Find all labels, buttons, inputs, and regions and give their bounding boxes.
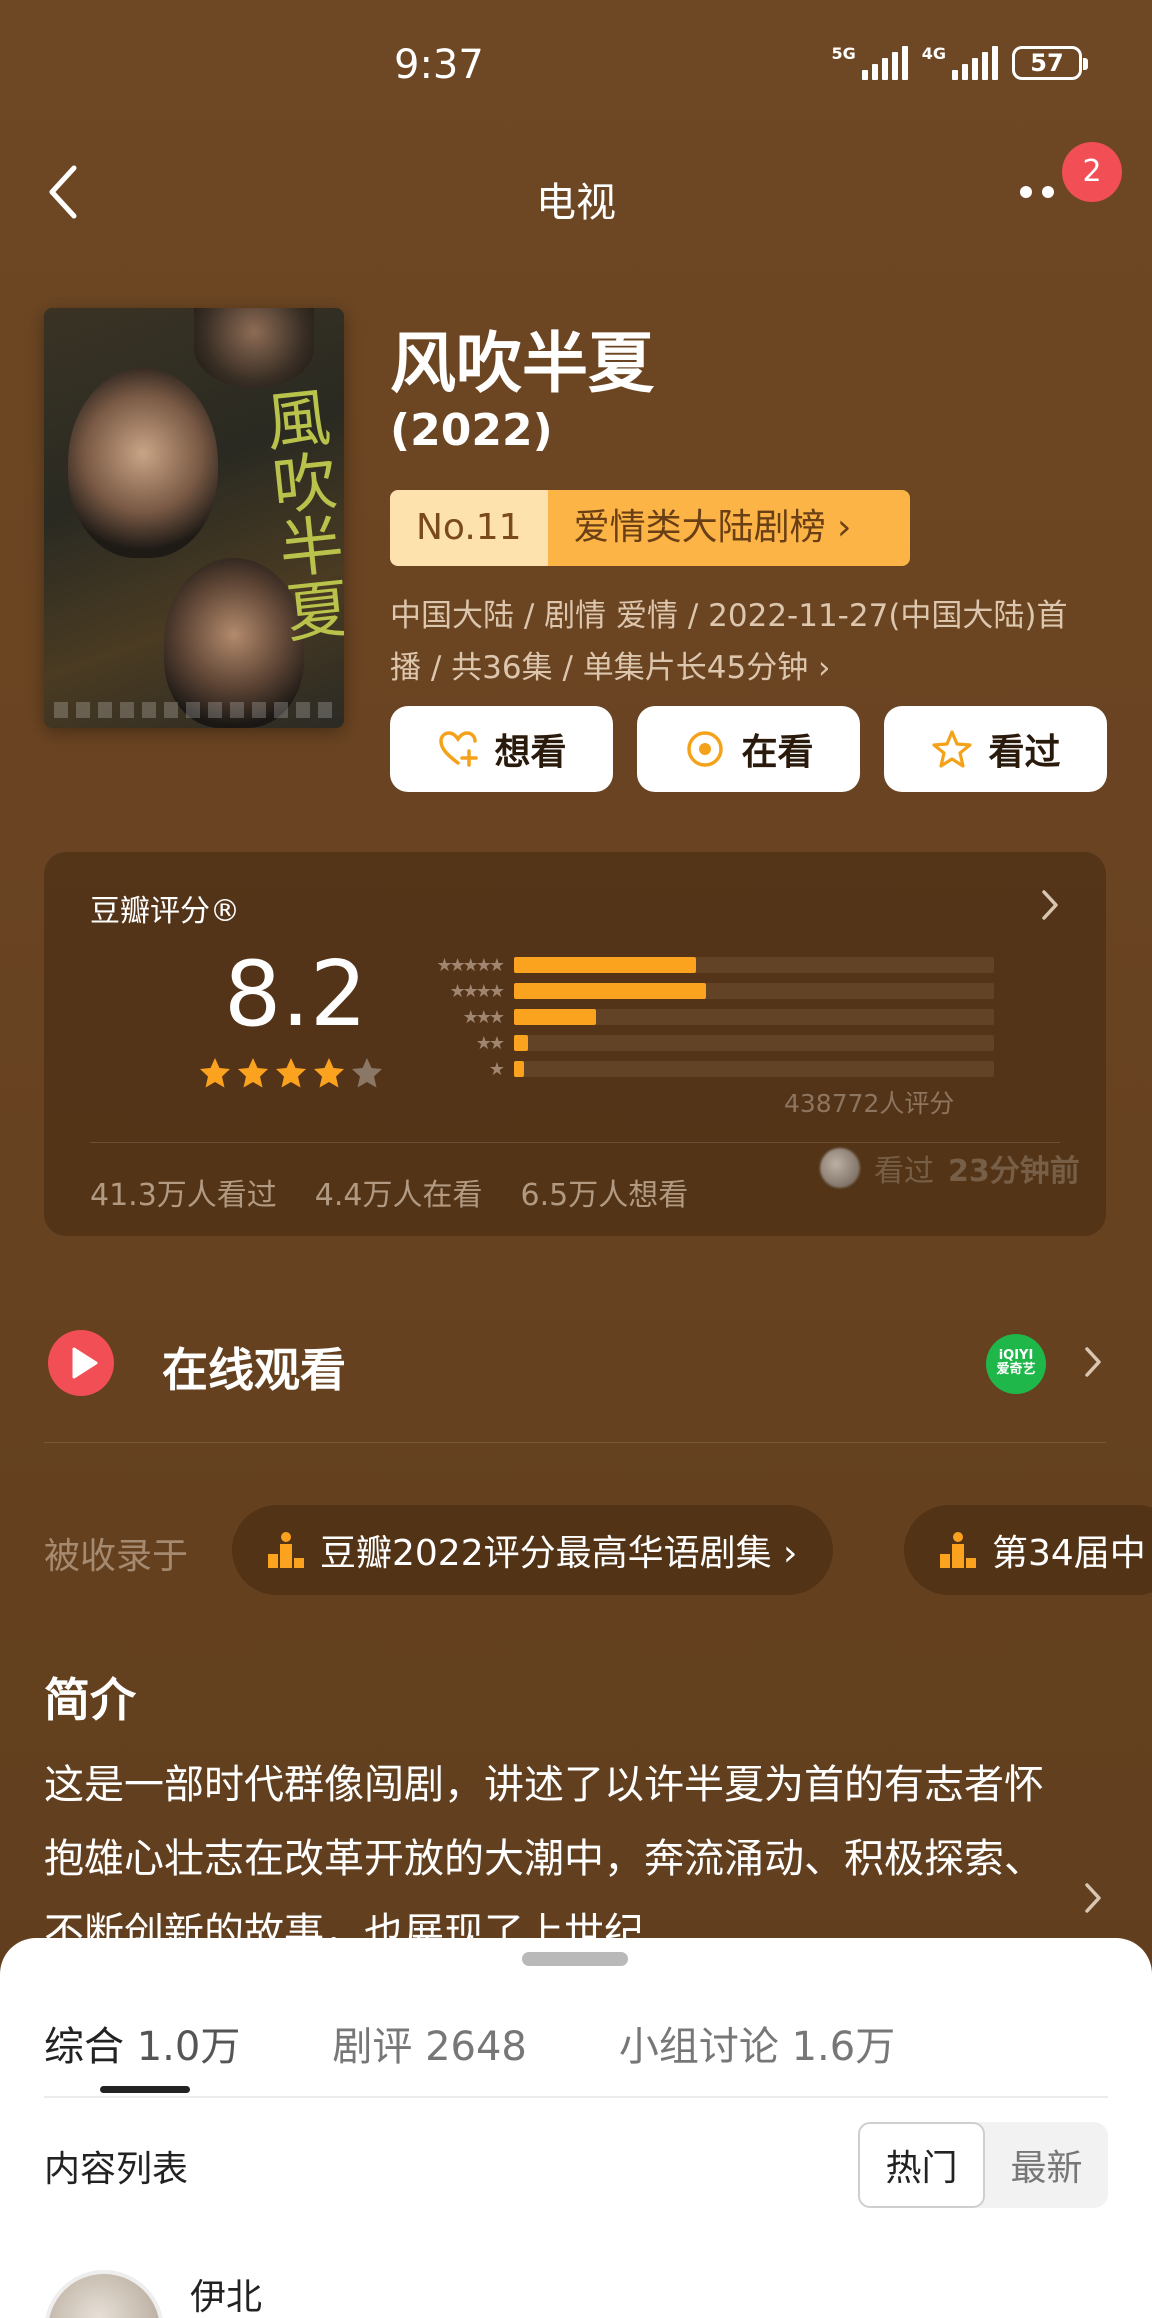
- watch-stats: 41.3万人看过 4.4万人在看 6.5万人想看: [90, 1170, 688, 1214]
- rating-bar-row: ★: [414, 1056, 994, 1082]
- rating-bar-track: [514, 1035, 994, 1051]
- rating-bar-track: [514, 1009, 994, 1025]
- star-empty-icon: [352, 1058, 382, 1088]
- rating-bar-fill: [514, 957, 697, 973]
- chevron-right-icon[interactable]: [1084, 1346, 1102, 1378]
- intro-heading: 简介: [44, 1673, 136, 1727]
- content-tabs: 综合 1.0万 剧评 2648 小组讨论 1.6万: [44, 2014, 895, 2072]
- watched-button[interactable]: 看过: [884, 706, 1107, 792]
- signal-5g-icon: 5G: [831, 46, 908, 80]
- rating-title: 豆瓣评分®: [90, 894, 240, 929]
- rating-bar-fill: [514, 1061, 524, 1077]
- avatar: [820, 1148, 860, 1188]
- rating-bar-track: [514, 983, 994, 999]
- divider: [90, 1142, 1060, 1143]
- status-time: 9:37: [394, 42, 484, 88]
- chevron-right-icon[interactable]: [1084, 1882, 1102, 1914]
- rating-bar-stars: ★★★★★: [436, 954, 505, 976]
- want-button[interactable]: 想看: [390, 706, 613, 792]
- rating-bar-stars: ★★: [475, 1032, 505, 1054]
- rating-bar-stars: ★★★★: [449, 980, 505, 1002]
- tab-overall[interactable]: 综合 1.0万: [44, 2014, 240, 2072]
- ranking-podium-icon: [940, 1532, 976, 1568]
- rating-bar-fill: [514, 1035, 529, 1051]
- ranking-podium-icon: [268, 1532, 304, 1568]
- rating-bar-track: [514, 1061, 994, 1077]
- rating-bar-track: [514, 957, 994, 973]
- stat-want[interactable]: 6.5万人想看: [521, 1170, 689, 1214]
- drag-handle[interactable]: [522, 1952, 628, 1966]
- rating-bar-fill: [514, 1009, 596, 1025]
- rating-bar-row: ★★★★: [414, 978, 994, 1004]
- vote-count: 438772人评分: [784, 1089, 955, 1118]
- recent-activity: 看过 23分钟前: [820, 1146, 1080, 1190]
- rating-score: 8.2: [224, 942, 368, 1047]
- online-watch-row[interactable]: 在线观看 iQIYI 爱奇艺: [44, 1320, 1106, 1410]
- status-indicators: 5G 4G 57: [831, 46, 1088, 80]
- bottom-sheet: 综合 1.0万 剧评 2648 小组讨论 1.6万 内容列表 热门 最新 伊北: [0, 1938, 1152, 2318]
- collection-chip[interactable]: 第34届中: [904, 1505, 1152, 1595]
- iqiyi-logo-icon[interactable]: iQIYI 爱奇艺: [986, 1334, 1046, 1394]
- action-buttons: 想看 在看 看过: [390, 706, 1107, 792]
- star-filled-icon: [238, 1058, 268, 1088]
- battery-icon: 57: [1012, 46, 1088, 80]
- more-options-icon[interactable]: [1020, 186, 1054, 198]
- heart-plus-icon: [439, 731, 479, 767]
- tab-group-discussion[interactable]: 小组讨论 1.6万: [619, 2014, 895, 2072]
- star-filled-icon: [276, 1058, 306, 1088]
- notification-badge[interactable]: 2: [1062, 142, 1122, 202]
- play-icon: [48, 1330, 114, 1396]
- star-filled-icon: [200, 1058, 230, 1088]
- divider: [44, 2096, 1108, 2098]
- show-meta[interactable]: 中国大陆 / 剧情 爱情 / 2022-11-27(中国大陆)首 播 / 共36…: [390, 590, 1110, 694]
- sort-toggle: 热门 最新: [858, 2122, 1108, 2208]
- rating-bar-fill: [514, 983, 706, 999]
- signal-4g-icon: 4G: [922, 46, 998, 80]
- watching-button[interactable]: 在看: [637, 706, 860, 792]
- stat-watched[interactable]: 41.3万人看过: [90, 1170, 277, 1214]
- user-name[interactable]: 伊北: [190, 2268, 262, 2318]
- tab-reviews[interactable]: 剧评 2648: [332, 2014, 527, 2072]
- status-bar: 9:37 5G 4G 57: [0, 0, 1152, 130]
- collected-in-row: 被收录于 豆瓣2022评分最高华语剧集 › 第34届中: [44, 1505, 1152, 1595]
- star-outline-icon: [932, 730, 973, 768]
- top-nav: 电视 2: [0, 142, 1152, 240]
- rank-badge[interactable]: No.11 爱情类大陆剧榜 ›: [390, 490, 910, 566]
- show-year: (2022): [390, 405, 553, 456]
- rating-bar-stars: ★★★: [462, 1006, 505, 1028]
- rank-number: No.11: [390, 490, 548, 566]
- sort-newest-button[interactable]: 最新: [985, 2122, 1108, 2208]
- online-watch-label: 在线观看: [162, 1343, 346, 1397]
- stat-watching[interactable]: 4.4万人在看: [315, 1170, 483, 1214]
- sort-hot-button[interactable]: 热门: [858, 2122, 985, 2208]
- collected-label: 被收录于: [44, 1536, 189, 1577]
- content-list-label: 内容列表: [44, 2149, 189, 2190]
- avatar[interactable]: [44, 2270, 164, 2318]
- chevron-right-icon[interactable]: [1040, 888, 1060, 922]
- rating-bar-row: ★★★★★: [414, 952, 994, 978]
- target-icon: [687, 731, 724, 767]
- divider: [44, 1442, 1106, 1443]
- intro-text[interactable]: 这是一部时代群像闯剧，讲述了以许半夏为首的有志者怀抱雄心壮志在改革开放的大潮中，…: [44, 1748, 1044, 1958]
- rating-bar-stars: ★: [488, 1058, 505, 1080]
- rank-list-name: 爱情类大陆剧榜 ›: [547, 490, 910, 566]
- active-tab-indicator: [100, 2086, 190, 2093]
- star-filled-icon: [314, 1058, 344, 1088]
- show-title: 风吹半夏: [390, 325, 654, 402]
- douban-rating-card[interactable]: 豆瓣评分® 8.2 ★★★★★ ★★★★ ★★★ ★★ ★ 438772人评分 41.3…: [44, 852, 1106, 1236]
- rating-bar-row: ★★★: [414, 1004, 994, 1030]
- rating-distribution: ★★★★★ ★★★★ ★★★ ★★ ★: [414, 952, 994, 1082]
- rating-bar-row: ★★: [414, 1030, 994, 1056]
- collection-chip[interactable]: 豆瓣2022评分最高华语剧集 ›: [232, 1505, 834, 1595]
- nav-title: 电视: [536, 180, 616, 226]
- poster-image[interactable]: 風吹半夏: [44, 308, 344, 728]
- rating-stars: [198, 1056, 384, 1090]
